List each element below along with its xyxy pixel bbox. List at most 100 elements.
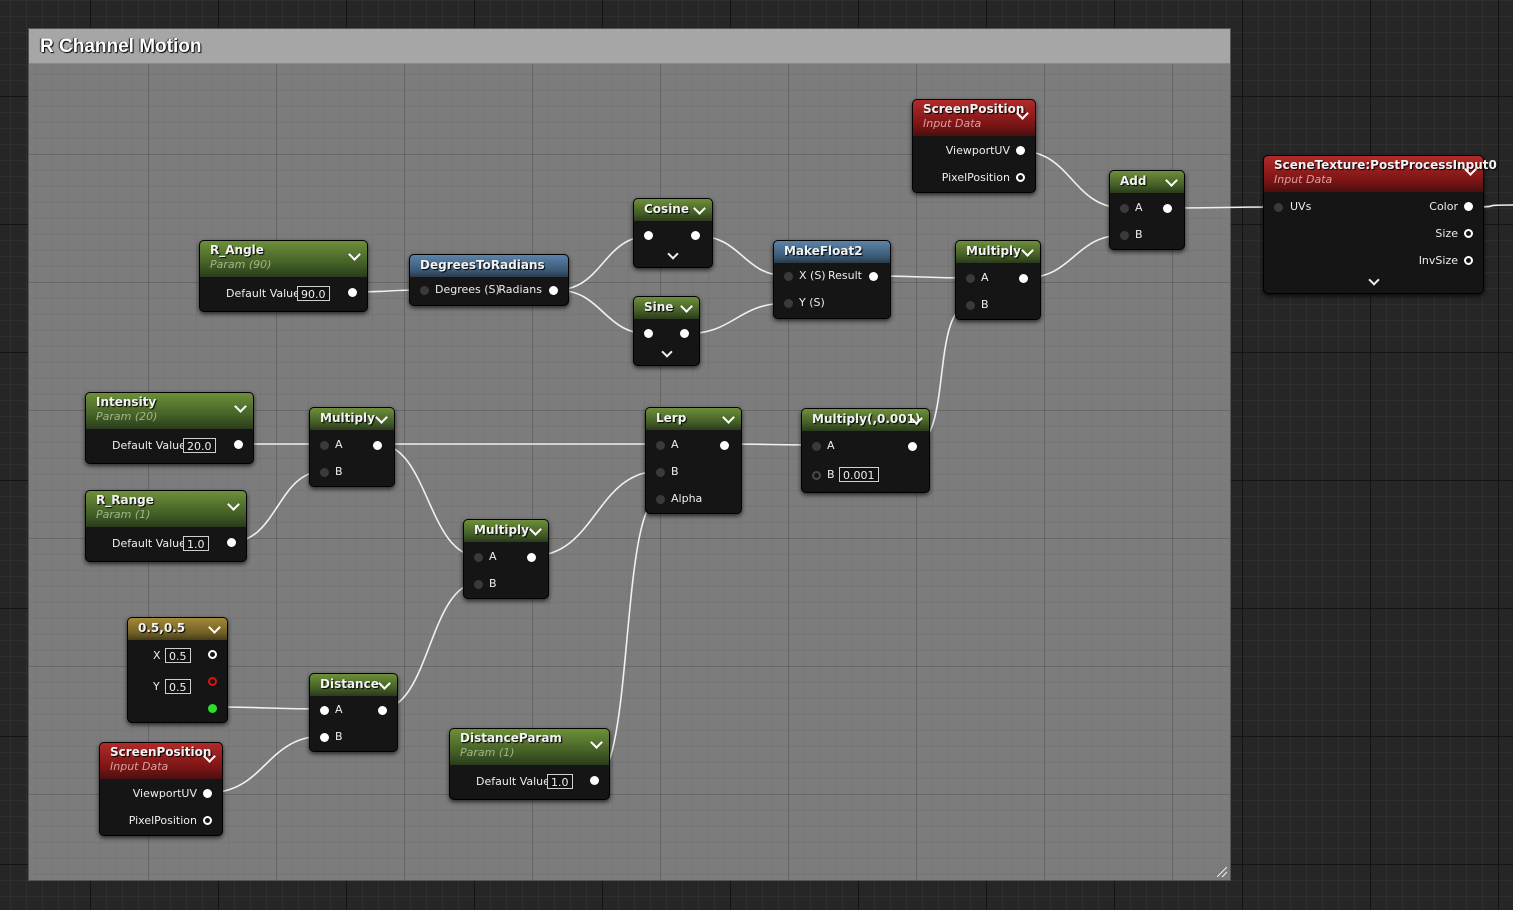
input-pin-b[interactable] bbox=[812, 471, 821, 480]
x-value-field[interactable]: 0.5 bbox=[165, 648, 191, 663]
output-pin[interactable] bbox=[908, 442, 917, 451]
input-pin-x[interactable] bbox=[784, 272, 793, 281]
input-pin-a[interactable] bbox=[966, 274, 975, 283]
input-pin-a[interactable] bbox=[474, 553, 483, 562]
output-pin-radians[interactable] bbox=[549, 286, 558, 295]
node-lerp[interactable]: Lerp A B Alpha bbox=[645, 407, 742, 514]
node-header[interactable]: ScreenPosition Input Data bbox=[913, 100, 1035, 136]
chevron-down-icon[interactable] bbox=[227, 498, 240, 511]
output-pin-pixelposition[interactable] bbox=[203, 816, 212, 825]
output-pin[interactable] bbox=[378, 706, 387, 715]
output-pin[interactable] bbox=[348, 288, 357, 297]
output-pin[interactable] bbox=[227, 538, 236, 547]
node-screenposition-bottom[interactable]: ScreenPosition Input Data ViewportUV Pix… bbox=[99, 742, 223, 836]
node-add[interactable]: Add A B bbox=[1109, 170, 1185, 250]
default-value-field[interactable]: 90.0 bbox=[297, 286, 330, 301]
node-degreestoradians[interactable]: DegreesToRadians Degrees (S) Radians bbox=[409, 254, 569, 306]
default-value-field[interactable]: 20.0 bbox=[183, 438, 216, 453]
y-value-field[interactable]: 0.5 bbox=[165, 679, 191, 694]
node-header[interactable]: MakeFloat2 bbox=[774, 241, 890, 263]
node-intensity[interactable]: Intensity Param (20) Default Value 20.0 bbox=[85, 392, 254, 464]
input-pin-a[interactable] bbox=[1120, 204, 1129, 213]
node-header[interactable]: Multiply bbox=[956, 241, 1040, 263]
chevron-down-icon[interactable] bbox=[375, 411, 388, 424]
input-pin-b[interactable] bbox=[1120, 231, 1129, 240]
node-r-range[interactable]: R_Range Param (1) Default Value 1.0 bbox=[85, 490, 247, 562]
node-constant2vector[interactable]: 0.5,0.5 X 0.5 Y 0.5 bbox=[127, 617, 228, 723]
input-pin[interactable] bbox=[644, 329, 653, 338]
output-pin[interactable] bbox=[720, 441, 729, 450]
node-header[interactable]: Add bbox=[1110, 171, 1184, 193]
node-header[interactable]: R_Range Param (1) bbox=[86, 491, 246, 527]
node-header[interactable]: 0.5,0.5 bbox=[128, 618, 227, 640]
input-pin-degrees[interactable] bbox=[420, 286, 429, 295]
node-screenposition-top[interactable]: ScreenPosition Input Data ViewportUV Pix… bbox=[912, 99, 1036, 193]
output-pin-g[interactable] bbox=[208, 677, 217, 686]
input-pin-uvs[interactable] bbox=[1274, 203, 1283, 212]
output-pin-main[interactable] bbox=[208, 704, 217, 713]
output-pin-size[interactable] bbox=[1464, 229, 1473, 238]
chevron-down-icon[interactable] bbox=[208, 621, 221, 634]
output-pin[interactable] bbox=[691, 231, 700, 240]
node-multiply-const[interactable]: Multiply(,0.001) A B 0.001 bbox=[801, 408, 930, 493]
output-pin[interactable] bbox=[527, 553, 536, 562]
node-header[interactable]: ScreenPosition Input Data bbox=[100, 743, 222, 779]
output-pin-pixelposition[interactable] bbox=[1016, 173, 1025, 182]
node-cosine[interactable]: Cosine bbox=[633, 198, 713, 268]
output-pin-r[interactable] bbox=[208, 650, 217, 659]
expand-chevron-icon[interactable] bbox=[660, 346, 673, 358]
chevron-down-icon[interactable] bbox=[680, 300, 693, 313]
node-sine[interactable]: Sine bbox=[633, 296, 700, 366]
node-header[interactable]: Multiply(,0.001) bbox=[802, 409, 929, 431]
node-multiply-top[interactable]: Multiply A B bbox=[955, 240, 1041, 320]
input-pin-b[interactable] bbox=[474, 580, 483, 589]
input-pin[interactable] bbox=[644, 231, 653, 240]
chevron-down-icon[interactable] bbox=[722, 411, 735, 424]
chevron-down-icon[interactable] bbox=[590, 736, 603, 749]
output-pin[interactable] bbox=[373, 441, 382, 450]
node-header[interactable]: Multiply bbox=[464, 520, 548, 542]
chevron-down-icon[interactable] bbox=[1021, 244, 1034, 257]
node-header[interactable]: Distance bbox=[310, 674, 397, 696]
node-header[interactable]: Intensity Param (20) bbox=[86, 393, 253, 429]
b-value-field[interactable]: 0.001 bbox=[839, 467, 879, 482]
node-header[interactable]: Cosine bbox=[634, 199, 712, 221]
input-pin-a[interactable] bbox=[320, 706, 329, 715]
node-header[interactable]: R_Angle Param (90) bbox=[200, 241, 367, 277]
node-r-angle[interactable]: R_Angle Param (90) Default Value 90.0 bbox=[199, 240, 368, 312]
output-pin[interactable] bbox=[590, 776, 599, 785]
chevron-down-icon[interactable] bbox=[348, 248, 361, 261]
node-multiply-mid[interactable]: Multiply A B bbox=[309, 407, 395, 487]
input-pin-b[interactable] bbox=[966, 301, 975, 310]
node-makefloat2[interactable]: MakeFloat2 X (S) Result Y (S) bbox=[773, 240, 891, 319]
input-pin-b[interactable] bbox=[656, 468, 665, 477]
node-multiply-low[interactable]: Multiply A B bbox=[463, 519, 549, 599]
output-pin-color[interactable] bbox=[1464, 202, 1473, 211]
chevron-down-icon[interactable] bbox=[234, 400, 247, 413]
output-pin[interactable] bbox=[680, 329, 689, 338]
node-header[interactable]: Multiply bbox=[310, 408, 394, 430]
expand-chevron-icon[interactable] bbox=[1367, 274, 1380, 286]
default-value-field[interactable]: 1.0 bbox=[547, 774, 573, 789]
node-header[interactable]: DistanceParam Param (1) bbox=[450, 729, 609, 765]
comment-title-bar[interactable]: R Channel Motion bbox=[29, 29, 1230, 64]
output-pin[interactable] bbox=[1163, 204, 1172, 213]
input-pin-y[interactable] bbox=[784, 299, 793, 308]
default-value-field[interactable]: 1.0 bbox=[183, 536, 209, 551]
chevron-down-icon[interactable] bbox=[378, 677, 391, 690]
input-pin-b[interactable] bbox=[320, 468, 329, 477]
input-pin-a[interactable] bbox=[656, 441, 665, 450]
node-header[interactable]: SceneTexture:PostProcessInput0 Input Dat… bbox=[1264, 156, 1497, 192]
output-pin-result[interactable] bbox=[869, 272, 878, 281]
node-header[interactable]: Lerp bbox=[646, 408, 741, 430]
input-pin-b[interactable] bbox=[320, 733, 329, 742]
expand-chevron-icon[interactable] bbox=[667, 248, 679, 260]
node-header[interactable]: DegreesToRadians bbox=[410, 255, 568, 277]
chevron-down-icon[interactable] bbox=[693, 202, 706, 215]
input-pin-alpha[interactable] bbox=[656, 495, 665, 504]
output-pin[interactable] bbox=[1019, 274, 1028, 283]
node-header[interactable]: Sine bbox=[634, 297, 699, 319]
input-pin-a[interactable] bbox=[812, 442, 821, 451]
resize-handle-icon[interactable] bbox=[1217, 867, 1227, 877]
node-distance[interactable]: Distance A B bbox=[309, 673, 398, 752]
